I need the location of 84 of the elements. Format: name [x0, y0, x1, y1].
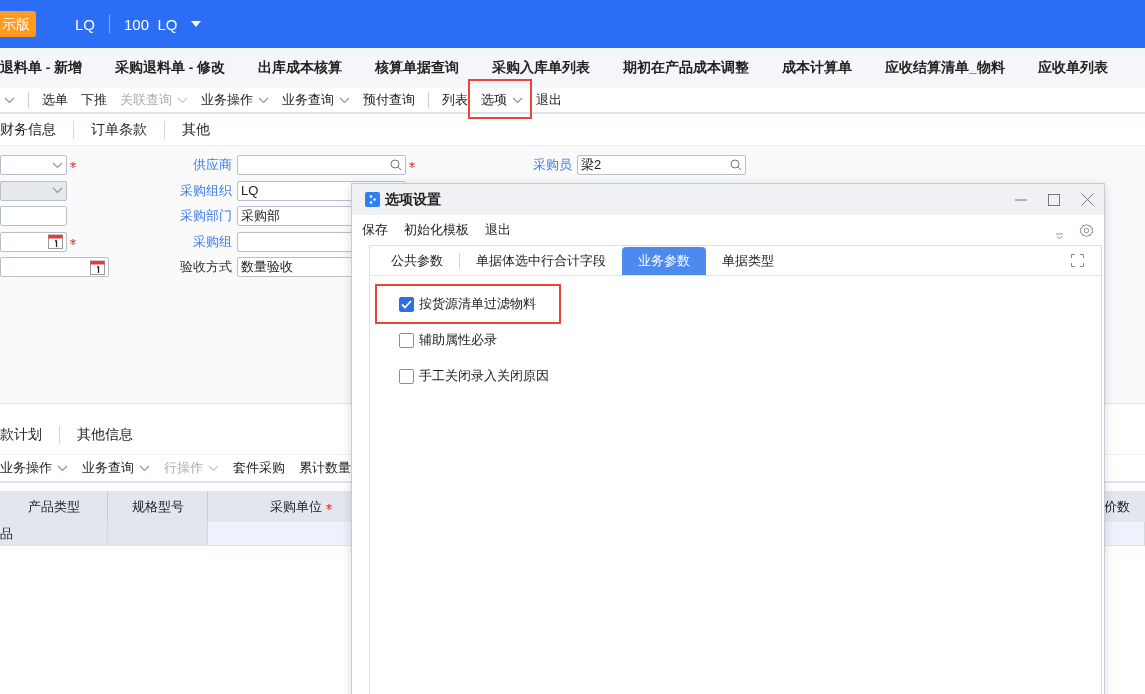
account-name[interactable]: 100 LQ	[124, 15, 178, 33]
calendar-icon	[90, 259, 106, 275]
page-tab[interactable]: 采购入库单列表	[492, 59, 590, 77]
dialog-tab[interactable]: 单据类型	[706, 247, 790, 275]
chevron-down-icon	[208, 464, 219, 472]
chevron-down-icon	[258, 96, 269, 104]
dropdown-button[interactable]: 业务查询	[282, 91, 350, 109]
page-tab[interactable]: 核算单据查询	[375, 59, 459, 77]
chevron-down-icon	[339, 96, 350, 104]
column-title: 规格型号	[131, 497, 184, 516]
field-label: 采购部门	[179, 207, 233, 226]
option-checkbox[interactable]: 手工关闭录入关闭原因	[399, 366, 549, 386]
table-cell: 品	[0, 522, 108, 545]
section-tab[interactable]: 其他信息	[59, 425, 150, 444]
column-title: 价数	[1104, 497, 1130, 516]
select-field[interactable]	[0, 155, 67, 176]
option-label: 按货源清单过滤物料	[419, 295, 536, 313]
toolbar-button[interactable]: 累计数量	[299, 459, 351, 477]
close-icon[interactable]	[1081, 193, 1094, 206]
search-icon	[730, 159, 742, 172]
menu-button[interactable]: 初始化模板	[404, 221, 469, 239]
chevron-down-icon	[4, 96, 15, 104]
settings-icon[interactable]	[1079, 222, 1094, 238]
required-icon	[70, 238, 76, 245]
field-label: 采购组织	[179, 181, 233, 200]
fullscreen-icon[interactable]	[1071, 254, 1084, 267]
chevron-down-icon	[139, 464, 150, 472]
field-label: 验收方式	[179, 258, 233, 277]
field-label: 供应商	[192, 156, 233, 175]
option-label: 手工关闭录入关闭原因	[419, 367, 549, 385]
input-field[interactable]: 梁2	[577, 155, 746, 176]
input-field[interactable]	[237, 155, 406, 176]
sort-icon[interactable]	[1056, 233, 1063, 239]
input-field[interactable]	[0, 206, 67, 227]
checkbox[interactable]	[399, 332, 414, 348]
calendar-icon	[48, 234, 63, 250]
toolbar-button[interactable]: 退出	[536, 91, 562, 109]
toolbar-button[interactable]: 选单	[42, 91, 68, 109]
date-field[interactable]	[0, 257, 110, 278]
org-name: LQ	[75, 15, 95, 33]
page-tab[interactable]: 成本计算单	[782, 59, 852, 77]
dropdown-button[interactable]: 业务操作	[0, 459, 68, 477]
maximize-icon[interactable]	[1048, 193, 1060, 206]
section-tab[interactable]: 财务信息	[0, 120, 73, 139]
column-title: 产品类型	[27, 497, 80, 516]
page-tab[interactable]: 退料单 - 新增	[0, 59, 82, 77]
field-label: 采购员	[532, 156, 573, 175]
field-label: 采购组	[192, 232, 233, 251]
edition-badge: 示版	[0, 11, 36, 37]
checkbox[interactable]	[399, 368, 414, 384]
section-tab[interactable]: 订单条款	[73, 120, 164, 139]
page-tab[interactable]: 采购退料单 - 修改	[115, 59, 225, 77]
option-checkbox[interactable]: 辅助属性必录	[399, 330, 497, 350]
dropdown-button[interactable]: 选项	[481, 91, 523, 109]
option-checkbox[interactable]: 按货源清单过滤物料	[399, 294, 536, 314]
dialog-tab[interactable]: 单据体选中行合计字段	[460, 247, 622, 275]
required-icon	[70, 162, 76, 169]
dropdown-button[interactable]: 业务查询	[82, 459, 150, 477]
chevron-down-icon	[52, 187, 63, 195]
toolbar-button[interactable]: 下推	[81, 91, 107, 109]
page-tab[interactable]: 应收结算清单_物料	[885, 59, 1005, 77]
chevron-down-icon	[52, 161, 63, 169]
page-tab[interactable]: 应收单列表	[1037, 59, 1108, 77]
caret-icon[interactable]	[191, 21, 202, 27]
toolbar-button[interactable]: 列表	[442, 91, 468, 109]
app-icon	[365, 192, 380, 207]
toolbar-button[interactable]: 预付查询	[363, 91, 415, 109]
required-icon	[409, 162, 415, 169]
section-tab[interactable]: 其他	[164, 120, 227, 139]
search-icon	[390, 159, 402, 172]
chevron-down-icon	[512, 96, 523, 104]
required-icon	[326, 503, 332, 510]
checkbox[interactable]	[399, 296, 414, 312]
section-tab[interactable]: 款计划	[0, 425, 59, 444]
page-tab[interactable]: 期初在产品成本调整	[623, 59, 749, 77]
chevron-down-icon	[177, 96, 188, 104]
dropdown-button[interactable]: 业务操作	[201, 91, 269, 109]
toolbar-button[interactable]: 套件采购	[233, 459, 285, 477]
date-field[interactable]	[0, 231, 67, 252]
page-tab[interactable]: 出库成本核算	[258, 59, 342, 77]
chevron-down-icon	[57, 464, 68, 472]
menu-button[interactable]: 退出	[485, 221, 511, 239]
column-title: 采购单位	[270, 497, 322, 516]
option-label: 辅助属性必录	[419, 331, 497, 349]
